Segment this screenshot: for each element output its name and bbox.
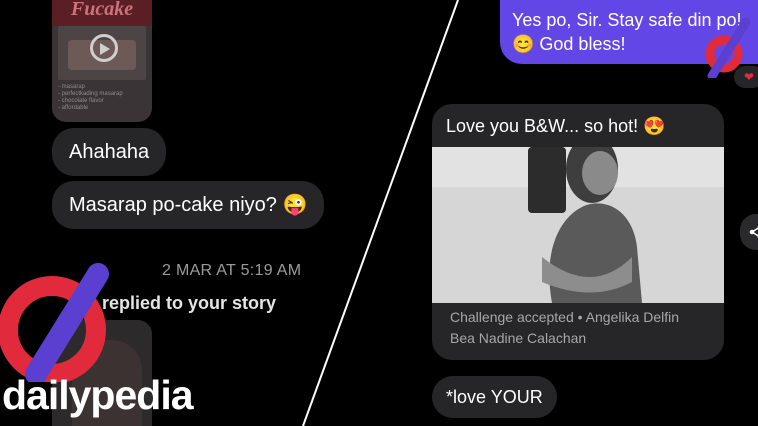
received-message-bubble[interactable]: Masarap po-cake niyo? 😜 (52, 181, 325, 229)
story-brand-text: Fucake (52, 0, 152, 26)
dailypedia-logo-text: dailypedia (2, 372, 194, 418)
story-caption-line: - masarap (58, 84, 86, 90)
card-message-text: Love you B&W... so hot! 😍 (446, 116, 666, 136)
share-button[interactable] (740, 214, 758, 250)
share-icon (749, 225, 758, 239)
story-caption-line: - perfectkading masarap (58, 91, 123, 97)
photo-placeholder (432, 147, 724, 303)
replay-icon[interactable] (90, 34, 118, 62)
story-photo (58, 26, 146, 80)
shared-post-caption: Challenge accepted • Angelika Delfin Bea… (450, 307, 679, 349)
story-thumbnail[interactable]: Fucake - masarap - perfectkading masarap… (52, 0, 152, 122)
caption-line: Challenge accepted • Angelika Delfin (450, 309, 680, 325)
received-message-bubble[interactable]: *love YOUR (432, 376, 557, 418)
heart-reaction-icon[interactable]: ❤ (734, 66, 758, 88)
story-caption-line: - chocolate flavor (58, 98, 104, 104)
message-timestamp: 2 MAR AT 5:19 AM (162, 262, 302, 279)
received-message-bubble[interactable]: Ahahaha (52, 128, 167, 176)
story-caption: - masarap - perfectkading masarap - choc… (58, 84, 146, 112)
shared-post-card[interactable]: Love you B&W... so hot! 😍 Challenge acce… (432, 104, 724, 360)
dailypedia-logo-mark (0, 263, 109, 382)
message-text: Masarap po-cake niyo? 😜 (69, 194, 308, 216)
shared-photo[interactable] (432, 147, 724, 303)
story-caption-line: - affordable (58, 105, 89, 111)
message-text: Ahahaha (69, 141, 150, 163)
message-text: *love YOUR (446, 386, 543, 407)
caption-line: Bea Nadine Calachan (450, 330, 587, 346)
